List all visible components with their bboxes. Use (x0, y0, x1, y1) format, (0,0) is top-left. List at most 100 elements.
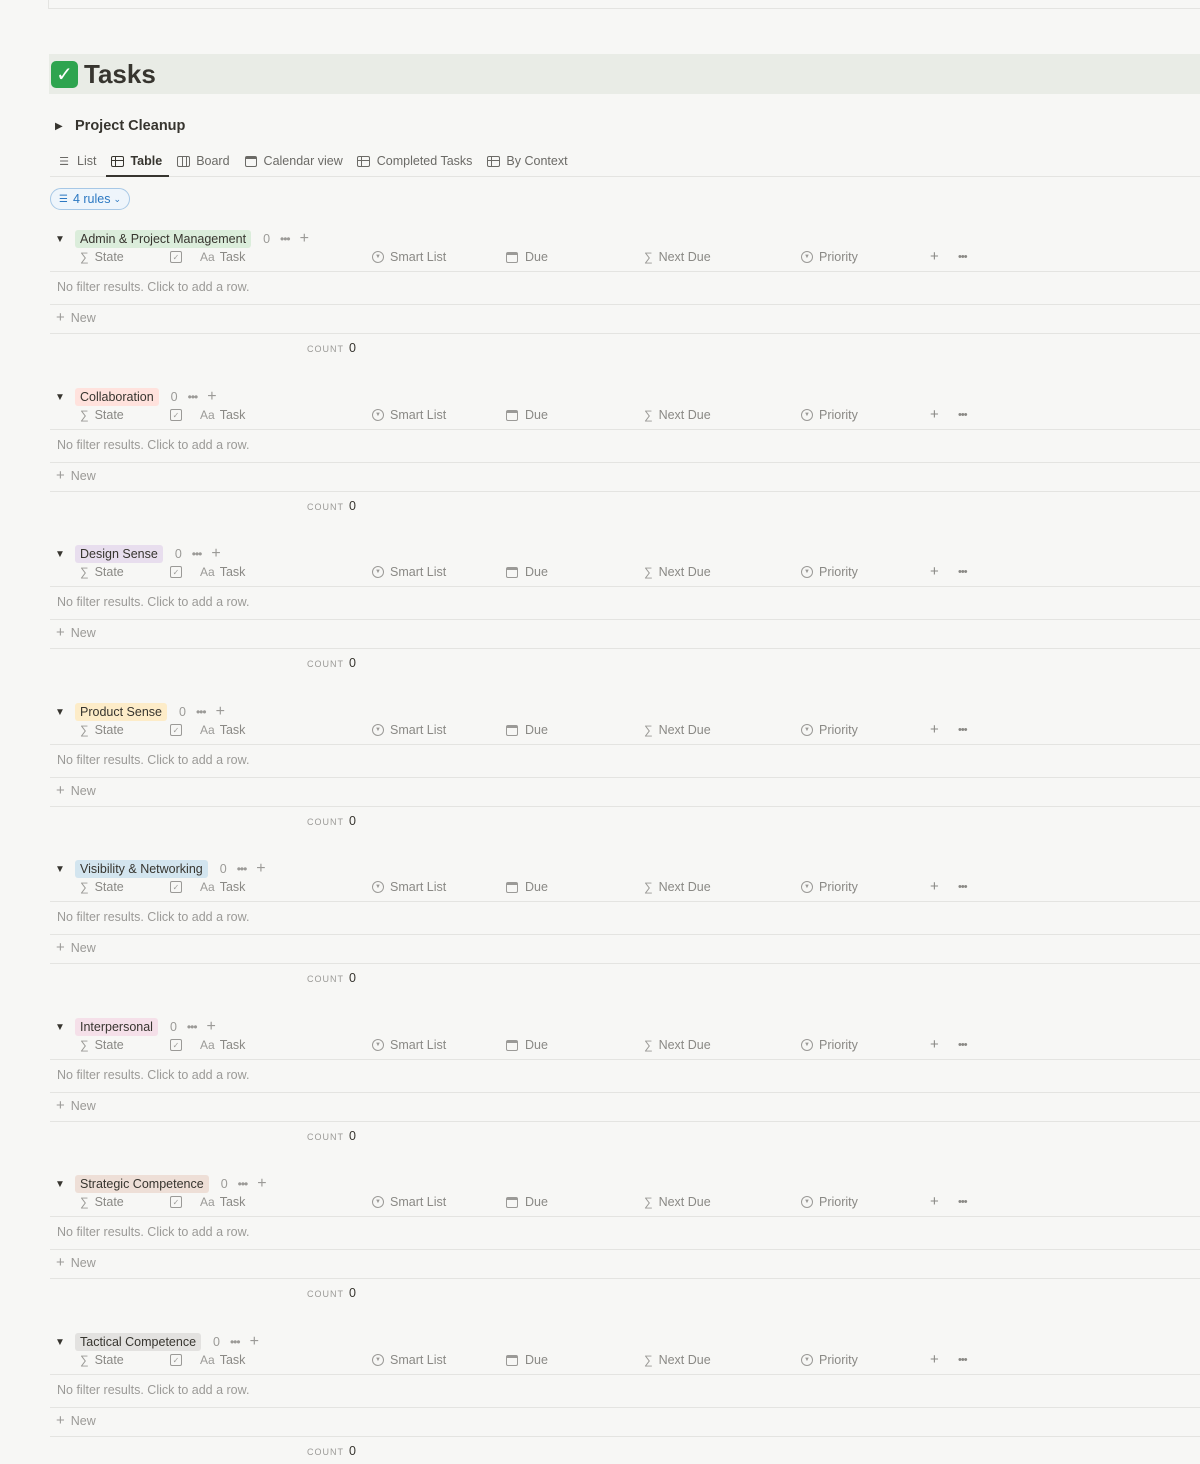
new-row-button[interactable]: + New (56, 1098, 96, 1113)
column-next-due[interactable]: ∑ Next Due (644, 408, 711, 422)
new-row-button[interactable]: + New (56, 310, 96, 325)
add-column-icon[interactable]: + (930, 563, 939, 580)
triangle-down-icon[interactable]: ▼ (55, 707, 75, 718)
empty-state-text[interactable]: No filter results. Click to add a row. (57, 1068, 249, 1082)
more-options-icon[interactable]: ••• (958, 1196, 968, 1208)
new-row-button[interactable]: + New (56, 1413, 96, 1428)
column-state[interactable]: ∑ State (80, 1353, 124, 1367)
column-task[interactable]: ✓ Aa Task (170, 723, 245, 737)
column-due[interactable]: Due (506, 1195, 548, 1209)
count-summary[interactable]: COUNT 0 (307, 1129, 356, 1143)
column-task[interactable]: ✓ Aa Task (170, 408, 245, 422)
column-next-due[interactable]: ∑ Next Due (644, 880, 711, 894)
empty-state-text[interactable]: No filter results. Click to add a row. (57, 595, 249, 609)
column-priority[interactable]: ▼ Priority (801, 408, 858, 422)
triangle-down-icon[interactable]: ▼ (55, 392, 75, 403)
triangle-down-icon[interactable]: ▼ (55, 864, 75, 875)
add-column-icon[interactable]: + (930, 878, 939, 895)
new-row-button[interactable]: + New (56, 468, 96, 483)
column-smart-list[interactable]: ▼ Smart List (372, 880, 446, 894)
project-cleanup-toggle[interactable]: ▶ Project Cleanup (55, 114, 185, 138)
add-column-icon[interactable]: + (930, 406, 939, 423)
column-task[interactable]: ✓ Aa Task (170, 1195, 245, 1209)
count-summary[interactable]: COUNT 0 (307, 499, 356, 513)
add-column-icon[interactable]: + (930, 721, 939, 738)
column-task[interactable]: ✓ Aa Task (170, 880, 245, 894)
column-state[interactable]: ∑ State (80, 408, 124, 422)
column-state[interactable]: ∑ State (80, 565, 124, 579)
count-summary[interactable]: COUNT 0 (307, 341, 356, 355)
new-row-button[interactable]: + New (56, 625, 96, 640)
column-next-due[interactable]: ∑ Next Due (644, 1195, 711, 1209)
tab-completed-tasks[interactable]: Completed Tasks (350, 146, 480, 176)
column-priority[interactable]: ▼ Priority (801, 1353, 858, 1367)
add-column-icon[interactable]: + (930, 1193, 939, 1210)
more-options-icon[interactable]: ••• (958, 724, 968, 736)
column-state[interactable]: ∑ State (80, 1038, 124, 1052)
empty-state-text[interactable]: No filter results. Click to add a row. (57, 910, 249, 924)
column-due[interactable]: Due (506, 1353, 548, 1367)
empty-state-text[interactable]: No filter results. Click to add a row. (57, 1383, 249, 1397)
add-column-icon[interactable]: + (930, 248, 939, 265)
column-priority[interactable]: ▼ Priority (801, 565, 858, 579)
column-smart-list[interactable]: ▼ Smart List (372, 723, 446, 737)
column-smart-list[interactable]: ▼ Smart List (372, 1353, 446, 1367)
new-row-button[interactable]: + New (56, 783, 96, 798)
empty-state-text[interactable]: No filter results. Click to add a row. (57, 438, 249, 452)
column-due[interactable]: Due (506, 565, 548, 579)
column-smart-list[interactable]: ▼ Smart List (372, 565, 446, 579)
more-options-icon[interactable]: ••• (958, 566, 968, 578)
more-options-icon[interactable]: ••• (958, 1354, 968, 1366)
empty-state-text[interactable]: No filter results. Click to add a row. (57, 753, 249, 767)
column-next-due[interactable]: ∑ Next Due (644, 250, 711, 264)
column-state[interactable]: ∑ State (80, 1195, 124, 1209)
column-due[interactable]: Due (506, 723, 548, 737)
column-task[interactable]: ✓ Aa Task (170, 1038, 245, 1052)
count-summary[interactable]: COUNT 0 (307, 656, 356, 670)
count-summary[interactable]: COUNT 0 (307, 971, 356, 985)
empty-state-text[interactable]: No filter results. Click to add a row. (57, 280, 249, 294)
column-task[interactable]: ✓ Aa Task (170, 250, 245, 264)
tab-table[interactable]: Table (103, 146, 169, 177)
count-summary[interactable]: COUNT 0 (307, 1286, 356, 1300)
more-options-icon[interactable]: ••• (958, 881, 968, 893)
tab-by-context[interactable]: By Context (479, 146, 574, 176)
empty-state-text[interactable]: No filter results. Click to add a row. (57, 1225, 249, 1239)
count-summary[interactable]: COUNT 0 (307, 1444, 356, 1458)
column-task[interactable]: ✓ Aa Task (170, 1353, 245, 1367)
column-smart-list[interactable]: ▼ Smart List (372, 250, 446, 264)
column-next-due[interactable]: ∑ Next Due (644, 1353, 711, 1367)
column-next-due[interactable]: ∑ Next Due (644, 723, 711, 737)
column-smart-list[interactable]: ▼ Smart List (372, 1195, 446, 1209)
triangle-down-icon[interactable]: ▼ (55, 549, 75, 560)
triangle-right-icon[interactable]: ▶ (55, 121, 75, 132)
column-due[interactable]: Due (506, 1038, 548, 1052)
column-priority[interactable]: ▼ Priority (801, 1195, 858, 1209)
triangle-down-icon[interactable]: ▼ (55, 1337, 75, 1348)
column-next-due[interactable]: ∑ Next Due (644, 1038, 711, 1052)
column-priority[interactable]: ▼ Priority (801, 1038, 858, 1052)
column-priority[interactable]: ▼ Priority (801, 723, 858, 737)
new-row-button[interactable]: + New (56, 940, 96, 955)
more-options-icon[interactable]: ••• (958, 409, 968, 421)
column-smart-list[interactable]: ▼ Smart List (372, 408, 446, 422)
column-smart-list[interactable]: ▼ Smart List (372, 1038, 446, 1052)
count-summary[interactable]: COUNT 0 (307, 814, 356, 828)
column-state[interactable]: ∑ State (80, 250, 124, 264)
triangle-down-icon[interactable]: ▼ (55, 234, 75, 245)
more-options-icon[interactable]: ••• (958, 251, 968, 263)
column-due[interactable]: Due (506, 408, 548, 422)
column-priority[interactable]: ▼ Priority (801, 250, 858, 264)
column-state[interactable]: ∑ State (80, 723, 124, 737)
column-state[interactable]: ∑ State (80, 880, 124, 894)
add-column-icon[interactable]: + (930, 1036, 939, 1053)
tab-list[interactable]: ☰ List (50, 146, 103, 176)
triangle-down-icon[interactable]: ▼ (55, 1022, 75, 1033)
column-due[interactable]: Due (506, 250, 548, 264)
tab-board[interactable]: Board (169, 146, 236, 176)
add-column-icon[interactable]: + (930, 1351, 939, 1368)
column-task[interactable]: ✓ Aa Task (170, 565, 245, 579)
tab-calendar-view[interactable]: Calendar view (237, 146, 350, 176)
more-options-icon[interactable]: ••• (958, 1039, 968, 1051)
column-next-due[interactable]: ∑ Next Due (644, 565, 711, 579)
